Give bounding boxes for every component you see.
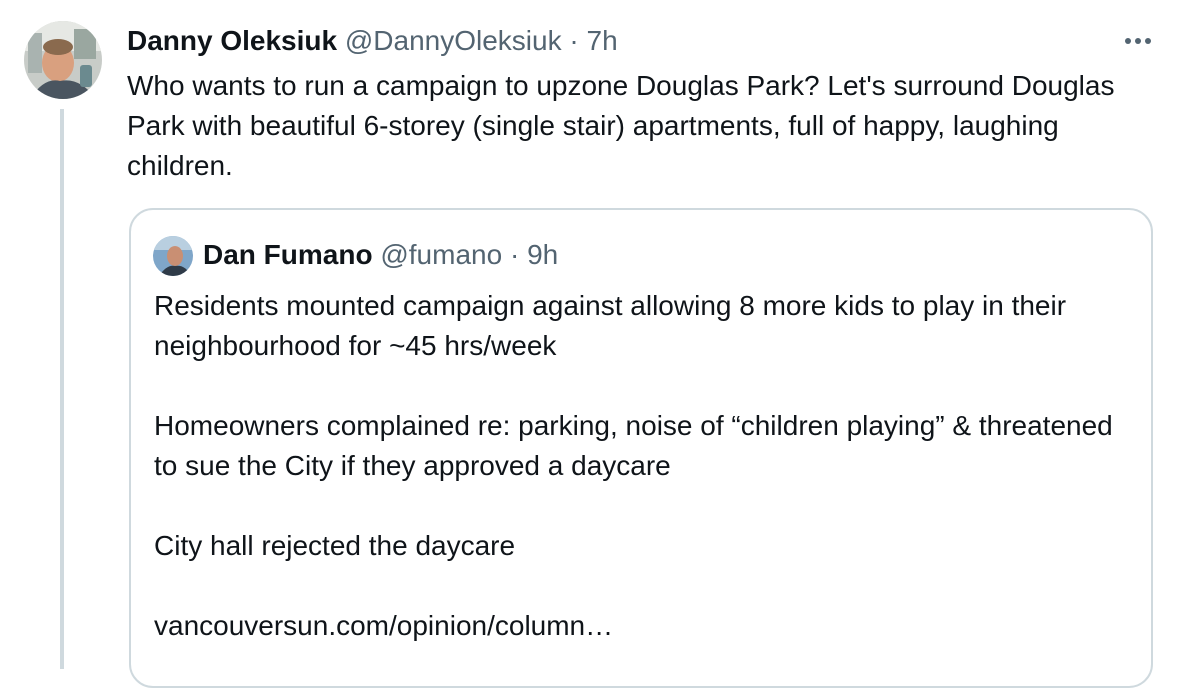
tweet-timestamp[interactable]: 7h: [587, 25, 618, 56]
quoted-author-avatar[interactable]: [153, 236, 193, 276]
thread-connector-line: [60, 109, 64, 669]
more-horizontal-icon: [1125, 38, 1151, 44]
avatar-photo: [24, 21, 102, 99]
header-separator: ·: [569, 25, 579, 56]
quoted-header-separator: ·: [509, 239, 520, 270]
quoted-author-name[interactable]: Dan Fumano: [203, 239, 373, 270]
quoted-tweet-text: Residents mounted campaign against allow…: [154, 286, 1134, 686]
quoted-link[interactable]: vancouversun.com/opinion/column…: [154, 606, 1134, 646]
quoted-paragraph: Homeowners complained re: parking, noise…: [154, 410, 1113, 481]
quoted-tweet-header: Dan Fumano @fumano · 9h: [203, 238, 558, 272]
author-name[interactable]: Danny Oleksiuk: [127, 25, 337, 56]
tweet-text: Who wants to run a campaign to upzone Do…: [127, 70, 1115, 181]
tweet-header: Danny Oleksiuk @DannyOleksiuk · 7h: [127, 24, 618, 58]
quoted-tweet-card[interactable]: Dan Fumano @fumano · 9h Residents mounte…: [129, 208, 1153, 688]
author-handle[interactable]: @DannyOleksiuk: [345, 25, 562, 56]
quoted-author-handle[interactable]: @fumano: [380, 239, 502, 270]
more-options-button[interactable]: [1120, 26, 1156, 56]
quoted-avatar-photo: [153, 236, 193, 276]
quoted-paragraph: City hall rejected the daycare: [154, 530, 516, 561]
quoted-tweet-timestamp[interactable]: 9h: [527, 239, 558, 270]
quoted-paragraph: Residents mounted campaign against allow…: [154, 290, 1067, 361]
author-avatar[interactable]: [24, 21, 102, 99]
